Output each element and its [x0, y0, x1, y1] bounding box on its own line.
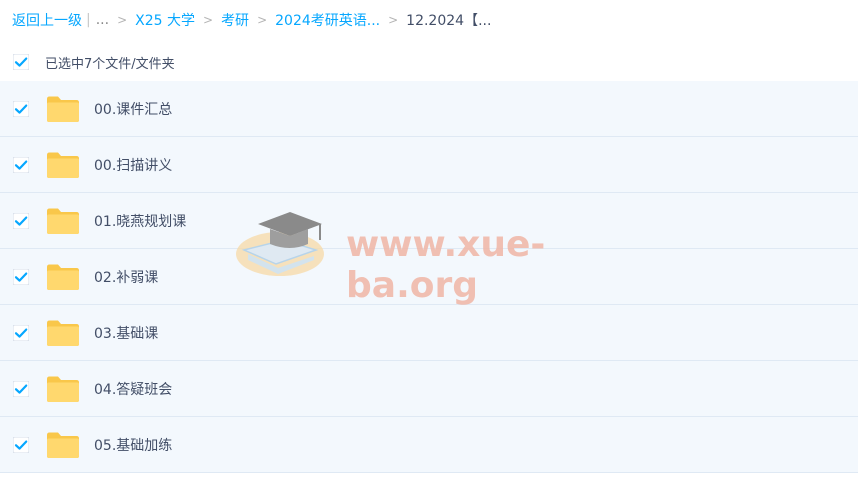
file-name: 05.基础加练 [94, 437, 173, 454]
check-icon [13, 156, 29, 173]
check-icon [13, 100, 29, 117]
row-checkbox[interactable] [13, 324, 29, 341]
breadcrumb-item[interactable]: X25 大学 [135, 10, 195, 30]
file-name: 01.晓燕规划课 [94, 213, 187, 230]
selection-count-label: 已选中7个文件/文件夹 [45, 56, 175, 72]
file-row[interactable]: 03.基础课 [0, 305, 858, 361]
check-icon [13, 380, 29, 397]
watermark-text: www.xue-ba.org [346, 224, 546, 306]
file-row[interactable]: 05.基础加练 [0, 417, 858, 473]
breadcrumb-chevron-icon: > [117, 13, 128, 27]
breadcrumb-item[interactable]: 考研 [221, 10, 249, 30]
folder-icon [47, 432, 79, 458]
row-checkbox[interactable] [13, 436, 29, 453]
file-name: 03.基础课 [94, 325, 159, 342]
file-row[interactable]: 00.课件汇总 [0, 81, 858, 137]
folder-icon [47, 208, 79, 234]
folder-icon [47, 264, 79, 290]
folder-icon [47, 152, 79, 178]
row-checkbox[interactable] [13, 212, 29, 229]
row-checkbox[interactable] [13, 380, 29, 397]
folder-icon [47, 96, 79, 122]
row-checkbox[interactable] [13, 100, 29, 117]
row-checkbox[interactable] [13, 156, 29, 173]
row-checkbox[interactable] [13, 268, 29, 285]
breadcrumb-divider: | [86, 12, 91, 28]
breadcrumb-chevron-icon: > [388, 13, 399, 27]
check-icon [13, 212, 29, 229]
file-row[interactable]: 00.扫描讲义 [0, 137, 858, 193]
check-icon [13, 324, 29, 341]
breadcrumb-ellipsis[interactable]: ... [96, 12, 109, 28]
check-icon [13, 436, 29, 453]
file-name: 00.课件汇总 [94, 101, 173, 118]
breadcrumb: 返回上一级 | ... > X25 大学 > 考研 > 2024考研英语... … [12, 9, 491, 31]
watermark: www.xue-ba.org [232, 204, 622, 306]
breadcrumb-current: 12.2024【... [406, 13, 492, 29]
breadcrumb-chevron-icon: > [257, 13, 268, 27]
check-icon [13, 268, 29, 285]
breadcrumb-chevron-icon: > [203, 13, 214, 27]
select-all-checkbox[interactable] [13, 54, 29, 70]
file-name: 00.扫描讲义 [94, 157, 173, 174]
back-link[interactable]: 返回上一级 [12, 10, 82, 30]
check-icon [13, 54, 29, 70]
file-name: 02.补弱课 [94, 269, 159, 286]
file-name: 04.答疑班会 [94, 381, 173, 398]
folder-icon [47, 320, 79, 346]
graduation-cap-logo-icon [236, 212, 324, 276]
selection-bar: 已选中7个文件/文件夹 [0, 44, 858, 80]
folder-icon [47, 376, 79, 402]
breadcrumb-item[interactable]: 2024考研英语... [275, 10, 380, 30]
file-row[interactable]: 04.答疑班会 [0, 361, 858, 417]
